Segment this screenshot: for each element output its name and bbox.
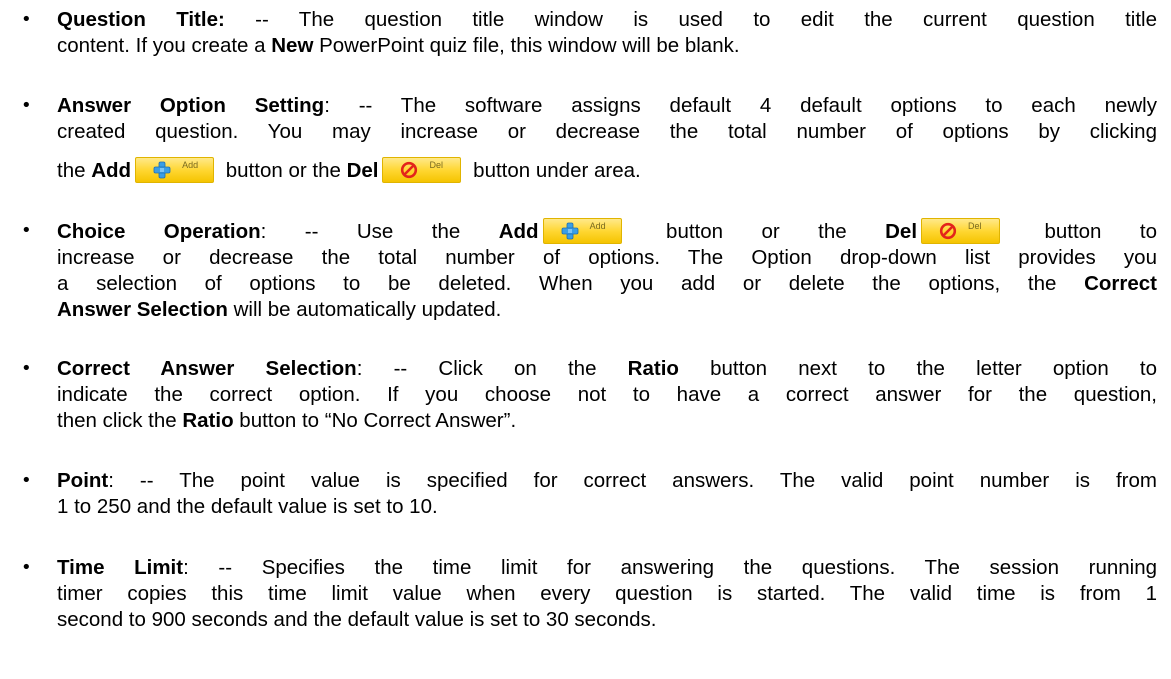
- item-text: Time Limit: -- Specifies the time limit …: [57, 556, 1157, 631]
- bullet: •: [21, 9, 32, 30]
- item-title: Correct Answer Selection: [57, 357, 357, 380]
- bullet: •: [21, 358, 32, 379]
- item-text: Choice Operation: -- Use the Add Add butt…: [57, 218, 1158, 321]
- no-entry-icon: [401, 161, 418, 179]
- item-title: Time Limit: [57, 556, 184, 579]
- plus-icon: [153, 161, 171, 179]
- del-button-label: Del: [429, 160, 443, 170]
- del-button[interactable]: Del: [382, 157, 462, 183]
- bullet: •: [21, 95, 32, 116]
- item-text: Answer Option Setting: -- The software a…: [57, 94, 1157, 183]
- bullet: •: [21, 557, 32, 578]
- del-button-label: Del: [968, 221, 982, 231]
- item-text: Question Title: -- The question title wi…: [57, 8, 1157, 57]
- add-button[interactable]: Add: [542, 218, 622, 244]
- add-button-label: Add: [589, 221, 606, 231]
- item-title: Answer Option Setting: [57, 94, 325, 117]
- document-page: • Question Title: -- The question title …: [0, 0, 1171, 679]
- bullet: •: [21, 470, 32, 491]
- no-entry-icon: [939, 222, 957, 240]
- bullet: •: [21, 220, 32, 241]
- item-text: Point: -- The point value is specified f…: [57, 469, 1157, 518]
- item-text: Correct Answer Selection: -- Click on th…: [57, 357, 1158, 432]
- del-button[interactable]: Del: [921, 218, 1001, 244]
- item-title: Question Title:: [57, 8, 225, 31]
- add-button[interactable]: Add: [135, 157, 215, 183]
- item-title: Point: [57, 469, 109, 492]
- plus-icon: [561, 222, 578, 240]
- add-button-label: Add: [182, 160, 199, 170]
- item-title: Choice Operation: [57, 220, 261, 243]
